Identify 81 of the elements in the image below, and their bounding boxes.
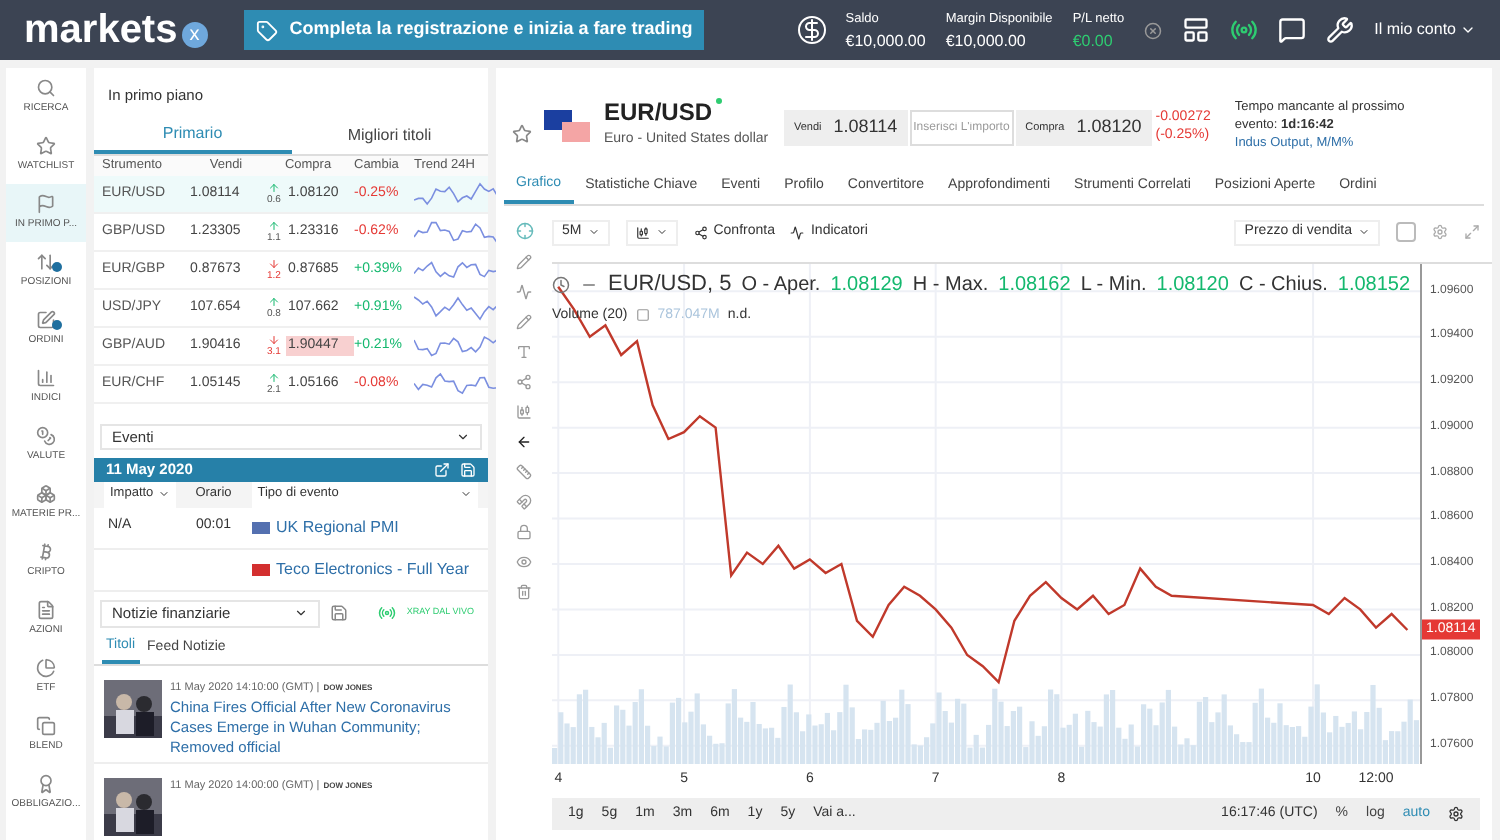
stat-value: €10,000.00 [945, 30, 1028, 52]
pattern-icon[interactable] [516, 284, 532, 300]
stat-value: €10,000.00 [845, 30, 926, 52]
chevron-icon [587, 226, 600, 238]
legend-low-label: L - Min. [1080, 271, 1147, 300]
legend-low: 1.08120 [1156, 271, 1229, 300]
star-icon[interactable] [512, 124, 532, 144]
chevron-icon [157, 488, 170, 500]
arrows-icon [36, 251, 56, 272]
layout-icon[interactable] [1182, 16, 1211, 44]
star-icon [36, 135, 56, 156]
chart-type-dropdown[interactable] [625, 219, 678, 245]
settings-icon[interactable] [1448, 806, 1464, 822]
logo-mark: x [181, 21, 208, 47]
trash-icon[interactable] [516, 584, 532, 600]
clock-icon [552, 275, 570, 294]
event-link[interactable]: UK Regional PMI [276, 515, 399, 539]
legend-high: 1.08162 [998, 271, 1071, 300]
magnet-icon[interactable] [516, 494, 532, 510]
instrument-symbol: EUR/USD [604, 95, 713, 129]
flag-icon [36, 193, 56, 214]
close-icon[interactable] [1144, 21, 1163, 39]
boxes-icon [36, 483, 56, 504]
logo: markets [24, 6, 178, 56]
tag-icon [255, 19, 278, 41]
flag-pair-icon [544, 106, 592, 146]
up-arrow-icon [268, 219, 280, 231]
panel-tab[interactable]: Migliori titoli [291, 118, 488, 155]
search-icon [36, 77, 56, 98]
broadcast-icon [378, 604, 397, 622]
down-arrow-icon [268, 333, 280, 345]
square-icon [635, 308, 650, 323]
chevron-icon [1460, 22, 1476, 38]
bitcoin-icon [36, 541, 56, 562]
copy-icon [36, 715, 56, 736]
save-icon[interactable] [330, 604, 348, 622]
back-arrow-icon[interactable] [516, 434, 532, 450]
trend-sparkline [414, 290, 498, 326]
stat-value: €0.00 [1072, 30, 1115, 52]
chevron-icon [294, 606, 308, 620]
wave-icon [790, 225, 805, 239]
legend-symbol: EUR/USD, 5 [608, 270, 732, 300]
chevron-icon [460, 488, 472, 500]
edit-icon [36, 309, 56, 330]
candles-icon [635, 225, 650, 239]
text-tool-icon[interactable] [516, 344, 532, 360]
document-icon [36, 599, 56, 620]
legend-open: 1.08129 [830, 271, 903, 300]
line-tool-icon[interactable] [516, 254, 532, 270]
chevron-icon [655, 226, 668, 238]
register-banner[interactable]: Completa la registrazione e inizia a fare trading [243, 10, 705, 50]
chevron-icon [1358, 226, 1370, 238]
tools-icon[interactable] [1326, 16, 1355, 44]
pie-chart-icon [36, 657, 56, 678]
nodes-icon[interactable] [516, 374, 532, 390]
award-icon [36, 773, 56, 794]
chevron-icon [456, 430, 470, 445]
ruler-icon[interactable] [516, 464, 532, 480]
legend-close: 1.08152 [1337, 271, 1411, 300]
up-arrow-icon [268, 181, 280, 193]
legend-open-label: O - Aper. [741, 271, 821, 300]
lock-icon[interactable] [516, 524, 532, 540]
up-arrow-icon [268, 295, 280, 307]
up-arrow-icon [268, 371, 280, 383]
external-link-icon[interactable] [434, 461, 450, 478]
candles-icon[interactable] [516, 404, 532, 420]
chat-icon[interactable] [1278, 16, 1307, 44]
currency-icon[interactable] [797, 16, 826, 44]
fullscreen-icon[interactable] [1464, 224, 1480, 240]
legend-close-label: C - Chius. [1238, 271, 1328, 300]
coins-icon [36, 425, 56, 446]
checkbox[interactable] [1396, 222, 1416, 242]
account-menu[interactable]: Il mio conto [1374, 18, 1476, 42]
eye-icon[interactable] [516, 554, 532, 570]
crosshair-icon[interactable] [515, 222, 533, 240]
broadcast-icon[interactable] [1230, 16, 1259, 44]
legend-high-label: H - Max. [912, 271, 989, 300]
down-arrow-icon [268, 257, 280, 269]
nodes-icon [693, 225, 708, 239]
event-link[interactable]: Teco Electronics - Full Year [276, 557, 469, 581]
bar-chart-icon [36, 367, 56, 388]
